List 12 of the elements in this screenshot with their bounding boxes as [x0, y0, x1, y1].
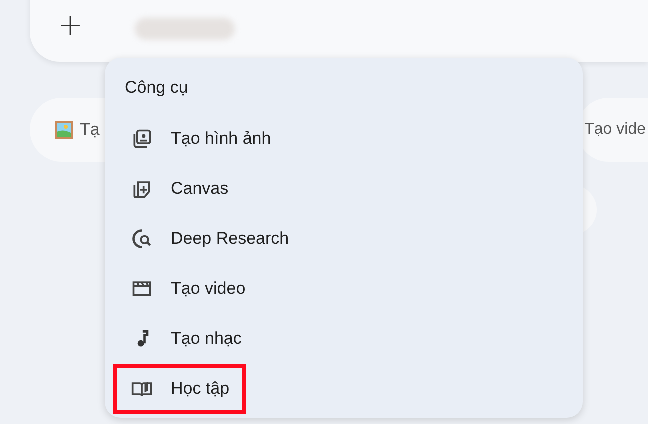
- add-button[interactable]: +: [56, 12, 86, 40]
- menu-item[interactable]: Deep Research: [113, 214, 306, 264]
- image-stack-icon: [131, 128, 153, 150]
- menu-item[interactable]: Học tập: [113, 364, 246, 414]
- menu-item[interactable]: Tạo hình ảnh: [113, 114, 288, 164]
- menu-item[interactable]: Canvas: [113, 164, 245, 214]
- menu-item[interactable]: Tạo video: [113, 264, 262, 314]
- chip-label: Tạo vide: [584, 121, 646, 139]
- picture-icon: [54, 120, 74, 140]
- chip-label: Tạ: [80, 120, 100, 140]
- menu-title: Công cụ: [124, 77, 190, 99]
- menu-item[interactable]: Tạo nhạc: [113, 314, 258, 364]
